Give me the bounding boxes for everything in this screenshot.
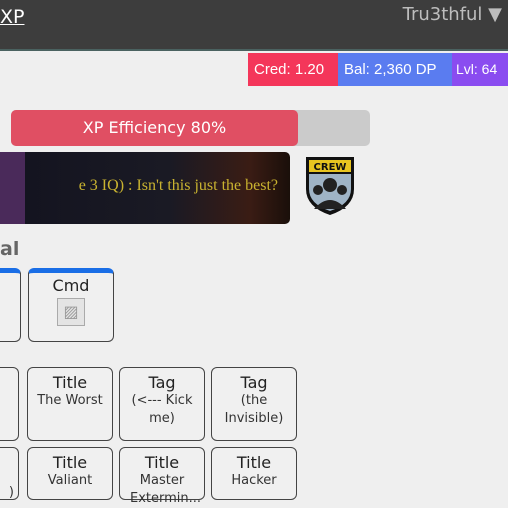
tile-title: Title (236, 453, 272, 472)
tile-subtitle: Master Extermin... (130, 473, 202, 506)
tile-partial[interactable] (0, 367, 19, 441)
user-menu[interactable]: Tru3thful ▼ (403, 4, 502, 25)
level-badge: Lvl: 64 (452, 53, 508, 86)
brand-link[interactable]: XP (0, 6, 24, 28)
section-heading: al (0, 238, 20, 260)
tile-subtitle: ) (8, 485, 14, 500)
tile-title: Tag (240, 373, 268, 392)
tile-partial[interactable] (0, 268, 21, 342)
tile-tag-invisible[interactable]: Tag (the Invisible) (211, 367, 297, 441)
tile-title-hacker[interactable]: Title Hacker (211, 447, 297, 500)
banner-text: e 3 IQ) : Isn't this just the best? (78, 177, 278, 194)
tile-title-master-extermin[interactable]: Title Master Extermin... (119, 447, 205, 506)
tile-title-valiant[interactable]: Title Valiant (27, 447, 113, 500)
tile-subtitle: (<--- Kick me) (131, 393, 193, 426)
signature-banner: e 3 IQ) : Isn't this just the best? (0, 152, 290, 224)
crew-logo: CREW (306, 157, 354, 215)
tile-title: Cmd (52, 276, 90, 295)
svg-text:CREW: CREW (314, 162, 347, 173)
xp-efficiency-bar: XP Efficiency 80% (11, 110, 370, 146)
tile-title: Title (52, 453, 88, 472)
tile-title: Title (144, 453, 180, 472)
progress-label: XP Efficiency 80% (82, 118, 227, 137)
broken-image-icon: ▨ (57, 298, 85, 326)
tile-subtitle: Hacker (231, 473, 277, 488)
tile-subtitle: Valiant (47, 473, 93, 488)
tile-title: Tag (148, 373, 176, 392)
balance-badge: Bal: 2,360 DP (338, 53, 452, 86)
top-nav: XP Tru3thful ▼ (0, 0, 508, 51)
tile-subtitle: The Worst (37, 393, 103, 408)
tile-subtitle: (the Invisible) (224, 393, 284, 426)
tile-cmd[interactable]: Cmd ▨ (28, 268, 114, 342)
tile-partial[interactable]: ) (0, 447, 19, 500)
tile-title: Title (52, 373, 88, 392)
tile-title-the-worst[interactable]: Title The Worst (27, 367, 113, 441)
cred-badge: Cred: 1.20 (248, 53, 338, 86)
tile-tag-kick-me[interactable]: Tag (<--- Kick me) (119, 367, 205, 441)
